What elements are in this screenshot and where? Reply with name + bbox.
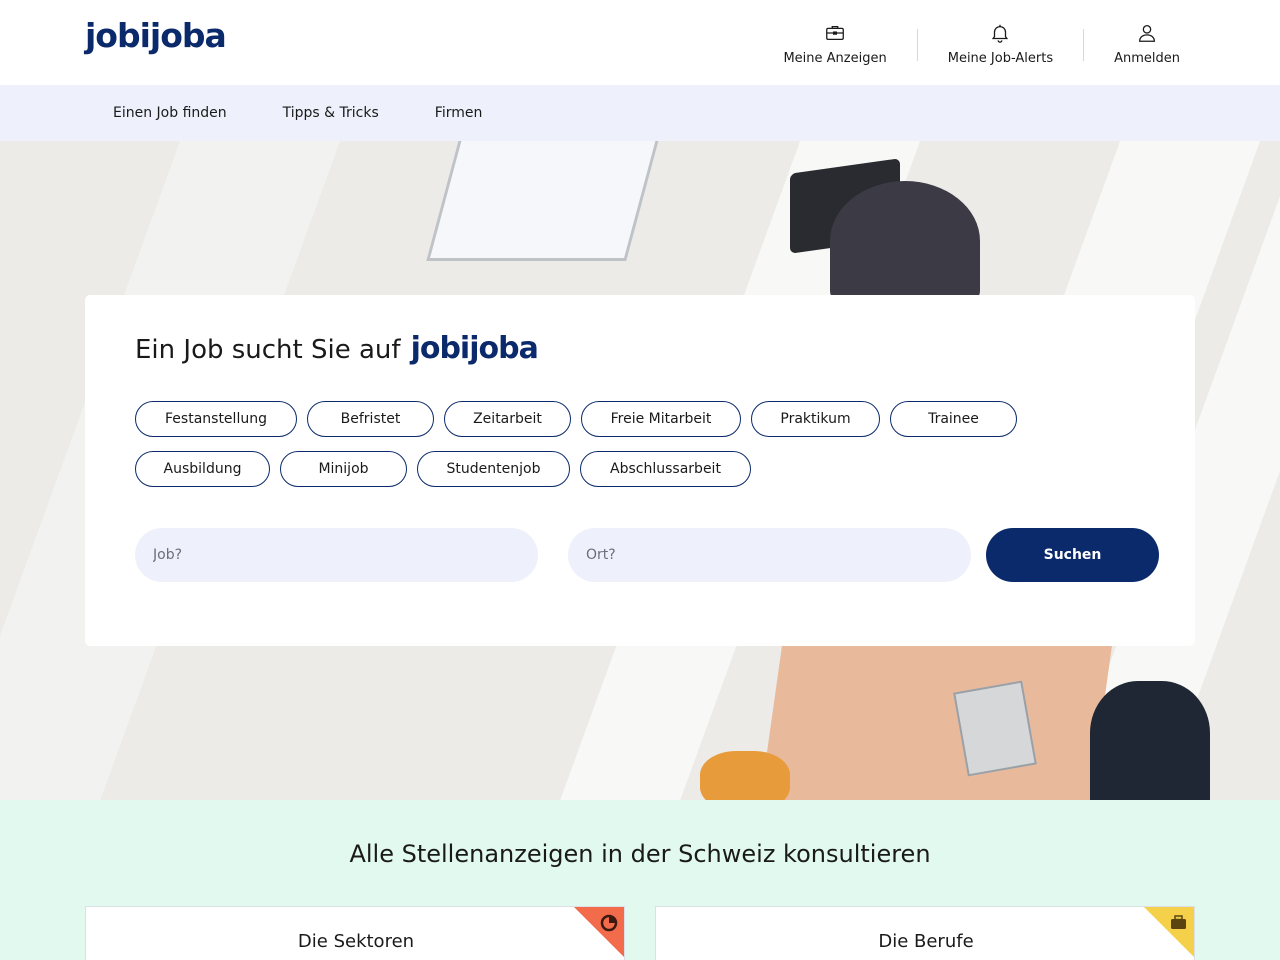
- nav-tips-tricks[interactable]: Tipps & Tricks: [283, 105, 379, 121]
- bell-icon: [989, 22, 1011, 48]
- person-figure: [700, 751, 790, 800]
- chip-befristet[interactable]: Befristet: [307, 401, 434, 437]
- whiteboard: [426, 141, 664, 261]
- person-figure: [1090, 681, 1210, 800]
- person-figure: [830, 181, 980, 301]
- meeting-table: [758, 646, 1112, 800]
- listing-section: Alle Stellenanzeigen in der Schweiz kons…: [0, 800, 1280, 960]
- search-card: Ein Job sucht Sie auf jobijoba Festanste…: [85, 295, 1195, 646]
- tile-sectors-title: Die Sektoren: [297, 931, 415, 952]
- top-header: jobijoba Meine Anzeigen Meine Job-Alerts…: [0, 0, 1280, 85]
- chip-abschlussarbeit[interactable]: Abschlussarbeit: [580, 451, 751, 487]
- chip-ausbildung[interactable]: Ausbildung: [135, 451, 270, 487]
- search-card-title-text: Ein Job sucht Sie auf: [135, 335, 401, 365]
- user-icon: [1136, 22, 1158, 48]
- login-label: Anmelden: [1114, 51, 1180, 66]
- chip-row: Festanstellung Befristet Zeitarbeit Frei…: [135, 401, 1035, 437]
- nav-companies[interactable]: Firmen: [435, 105, 483, 121]
- jobijoba-inline-logo: jobijoba: [410, 331, 539, 366]
- chip-minijob[interactable]: Minijob: [280, 451, 407, 487]
- tile-sectors[interactable]: Die Sektoren: [85, 906, 625, 960]
- my-ads-link[interactable]: Meine Anzeigen: [753, 22, 916, 66]
- search-form: Suchen: [135, 528, 1159, 582]
- laptop: [953, 680, 1037, 777]
- login-link[interactable]: Anmelden: [1084, 22, 1195, 66]
- header-nav: Meine Anzeigen Meine Job-Alerts Anmelden: [753, 22, 1195, 66]
- briefcase-icon: [824, 22, 846, 48]
- main-nav: Einen Job finden Tipps & Tricks Firmen: [0, 85, 1280, 141]
- contract-type-chips: Festanstellung Befristet Zeitarbeit Frei…: [135, 401, 1035, 501]
- chip-festanstellung[interactable]: Festanstellung: [135, 401, 297, 437]
- jobijoba-logo[interactable]: jobijoba: [85, 16, 227, 55]
- nav-find-job[interactable]: Einen Job finden: [113, 105, 227, 121]
- chip-row: Ausbildung Minijob Studentenjob Abschlus…: [135, 451, 1035, 487]
- job-alerts-link[interactable]: Meine Job-Alerts: [918, 22, 1083, 66]
- pie-chart-icon: [574, 907, 624, 957]
- location-input[interactable]: [568, 528, 971, 582]
- my-ads-label: Meine Anzeigen: [783, 51, 887, 66]
- job-alerts-label: Meine Job-Alerts: [947, 51, 1054, 66]
- tile-professions-title: Die Berufe: [878, 931, 974, 952]
- chip-zeitarbeit[interactable]: Zeitarbeit: [444, 401, 571, 437]
- chip-freie-mitarbeit[interactable]: Freie Mitarbeit: [581, 401, 741, 437]
- chip-studentenjob[interactable]: Studentenjob: [417, 451, 570, 487]
- tile-professions[interactable]: Die Berufe: [655, 906, 1195, 960]
- chip-trainee[interactable]: Trainee: [890, 401, 1017, 437]
- search-card-title: Ein Job sucht Sie auf jobijoba: [135, 331, 539, 366]
- listing-title: Alle Stellenanzeigen in der Schweiz kons…: [349, 840, 931, 868]
- job-input[interactable]: [135, 528, 538, 582]
- briefcase-icon: [1144, 907, 1194, 957]
- search-button[interactable]: Suchen: [986, 528, 1159, 582]
- chip-praktikum[interactable]: Praktikum: [751, 401, 880, 437]
